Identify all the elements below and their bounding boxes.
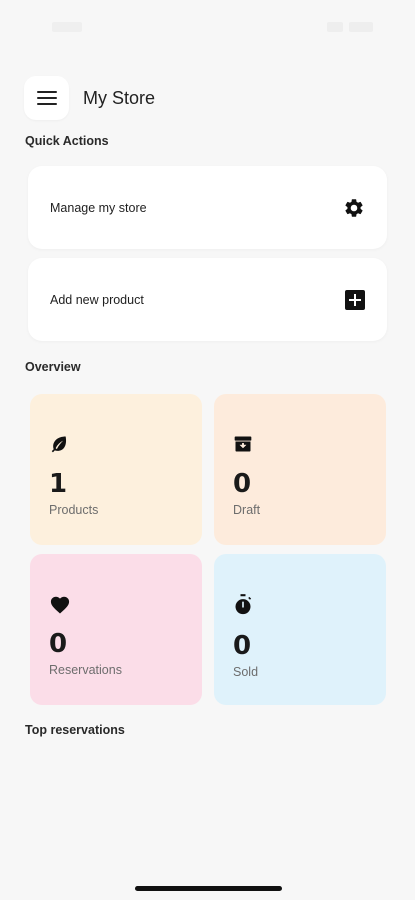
- add-product-label: Add new product: [50, 292, 144, 307]
- draft-count: 0: [233, 469, 252, 499]
- sold-label: Sold: [233, 665, 259, 679]
- battery-icon: [349, 22, 373, 32]
- add-box-icon: [345, 289, 365, 310]
- archive-icon: [234, 436, 252, 452]
- quick-actions-heading: Quick Actions: [25, 134, 109, 148]
- products-card[interactable]: 1 Products: [30, 394, 202, 545]
- timer-icon: [235, 594, 252, 615]
- status-icons: [327, 22, 373, 32]
- products-label: Products: [49, 503, 99, 517]
- status-time-placeholder: [52, 22, 82, 32]
- menu-button[interactable]: [24, 76, 69, 120]
- draft-label: Draft: [233, 503, 261, 517]
- page-title: My Store: [83, 87, 156, 108]
- heart-icon: [50, 596, 70, 614]
- gear-icon: [345, 198, 363, 217]
- signal-icon: [327, 22, 343, 32]
- status-bar: [0, 0, 415, 54]
- products-count: 1: [49, 469, 68, 499]
- leaf-icon: [51, 436, 67, 453]
- manage-store-label: Manage my store: [50, 200, 147, 215]
- sold-count: 0: [233, 631, 252, 661]
- reservations-card[interactable]: 0 Reservations: [30, 554, 202, 705]
- hamburger-menu-icon: [36, 91, 57, 105]
- home-indicator: [135, 886, 282, 891]
- overview-heading: Overview: [25, 360, 81, 374]
- add-product-button[interactable]: Add new product: [28, 258, 387, 341]
- reservations-label: Reservations: [49, 663, 122, 677]
- app-bar: My Store: [24, 76, 391, 120]
- draft-card[interactable]: 0 Draft: [214, 394, 386, 545]
- sold-card[interactable]: 0 Sold: [214, 554, 386, 705]
- top-reservations-heading: Top reservations: [25, 723, 125, 737]
- reservations-count: 0: [49, 629, 68, 659]
- manage-store-button[interactable]: Manage my store: [28, 166, 387, 249]
